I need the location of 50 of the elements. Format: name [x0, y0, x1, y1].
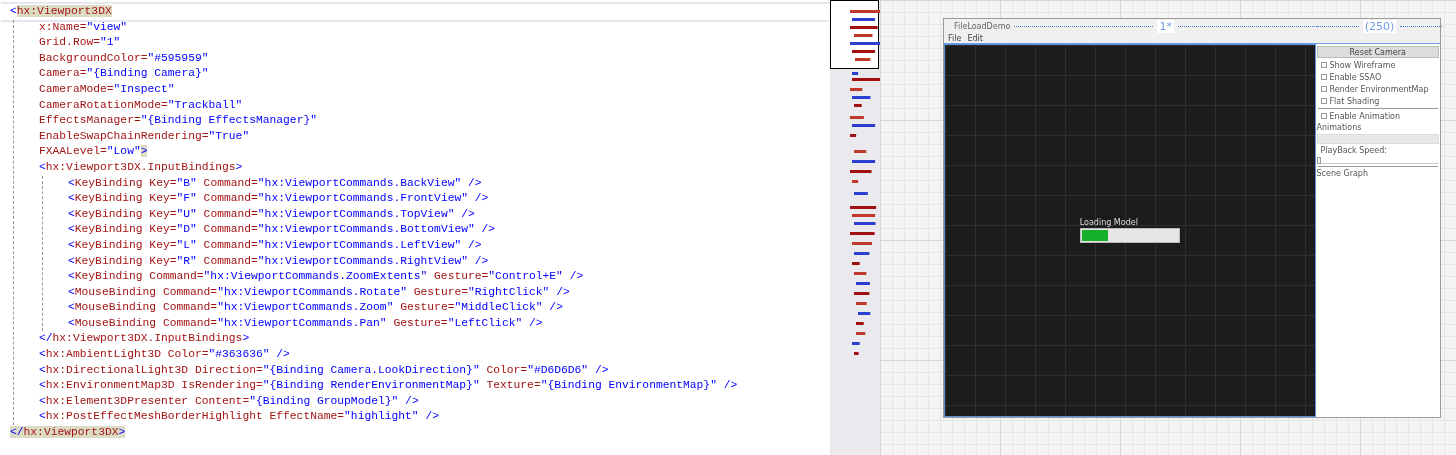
code-line: <KeyBinding Key="U" Command="hx:ViewportCommands.TopView" />: [68, 206, 476, 222]
code-line: <hx:Element3DPresenter Content="{Binding GroupModel}" />: [39, 393, 420, 409]
checkbox-option[interactable]: Show Wireframe: [1316, 60, 1439, 70]
checkbox[interactable]: [1320, 62, 1327, 68]
loading-label: Loading Model: [1079, 218, 1139, 227]
slider-thumb[interactable]: [1316, 156, 1321, 164]
code-line: <KeyBinding Key="F" Command="hx:ViewportCommands.FrontView" />: [68, 191, 490, 207]
code-line: </hx:Viewport3DX>: [10, 425, 127, 441]
menu-item[interactable]: Edit: [967, 33, 983, 43]
checkbox[interactable]: [1320, 74, 1327, 80]
code-line: <hx:AmbientLight3D Color="#363636" />: [39, 347, 291, 363]
code-line: BackgroundColor="#595959": [39, 50, 210, 66]
speed-label: PlayBack Speed:: [1319, 146, 1388, 155]
checkbox-option[interactable]: Enable SSAO: [1316, 72, 1439, 82]
checkbox[interactable]: [1320, 98, 1327, 104]
code-line: <hx:Viewport3DX.InputBindings>: [39, 159, 244, 175]
code-line: <KeyBinding Key="R" Command="hx:ViewportCommands.RightView" />: [68, 253, 490, 269]
checkbox[interactable]: [1320, 86, 1327, 92]
column-size-label: 1*: [1157, 19, 1174, 33]
code-line: FXAALevel="Low">: [39, 144, 149, 160]
code-line: CameraRotationMode="Trackball": [39, 97, 244, 113]
code-line: <KeyBinding Key="B" Command="hx:ViewportCommands.BackView" />: [68, 175, 483, 191]
code-line: EnableSwapChainRendering="True": [39, 128, 251, 144]
menu-item[interactable]: File: [948, 33, 962, 43]
viewport[interactable]: Loading Model: [944, 44, 1316, 417]
code-line: <MouseBinding Command="hx:ViewportCommands.Pan" Gesture="LeftClick" />: [68, 315, 544, 331]
checkbox-option[interactable]: Enable Animation: [1316, 111, 1439, 121]
checkbox-option[interactable]: Flat Shading: [1316, 96, 1439, 106]
code-line: <KeyBinding Key="L" Command="hx:ViewportCommands.LeftView" />: [68, 237, 483, 253]
code-line: <MouseBinding Command="hx:ViewportCommands.Rotate" Gesture="RightClick" />: [68, 284, 571, 300]
animations-label: Animations: [1316, 123, 1363, 132]
scene-graph-label: Scene Graph: [1316, 169, 1369, 178]
code-line: EffectsManager="{Binding EffectsManager}": [39, 113, 318, 129]
code-line: <hx:EnvironmentMap3D IsRendering="{Binding RenderEnvironmentMap}" Texture="{Binding EnvironmentMap}" />: [39, 378, 739, 394]
code-line: <hx:DirectionalLight3D Direction="{Binding Camera.LookDirection}" Color="#D6D6D6" />: [39, 362, 610, 378]
code-line: </hx:Viewport3DX.InputBindings>: [39, 331, 251, 347]
reset-camera-button[interactable]: Reset Camera: [1316, 46, 1439, 58]
column-size-label: (250): [1362, 19, 1397, 33]
window-title: FileLoadDemo: [954, 21, 1011, 31]
code-line: CameraMode="Inspect": [39, 81, 176, 97]
code-line: <KeyBinding Command="hx:ViewportCommands.ZoomExtents" Gesture="Control+E" />: [68, 269, 585, 285]
speed-slider[interactable]: [1316, 157, 1439, 164]
checkbox[interactable]: [1320, 113, 1327, 119]
code-line: <MouseBinding Command="hx:ViewportCommands.Zoom" Gesture="MiddleClick" />: [68, 300, 564, 316]
code-line: x:Name="view": [39, 19, 129, 35]
code-line: Camera="{Binding Camera}": [39, 66, 210, 82]
checkbox-option[interactable]: Render EnvironmentMap: [1316, 84, 1439, 94]
code-line: <KeyBinding Key="D" Command="hx:ViewportCommands.BottomView" />: [68, 222, 497, 238]
code-line: Grid.Row="1": [39, 35, 122, 51]
code-line: <hx:PostEffectMeshBorderHighlight EffectName="highlight" />: [39, 409, 440, 425]
